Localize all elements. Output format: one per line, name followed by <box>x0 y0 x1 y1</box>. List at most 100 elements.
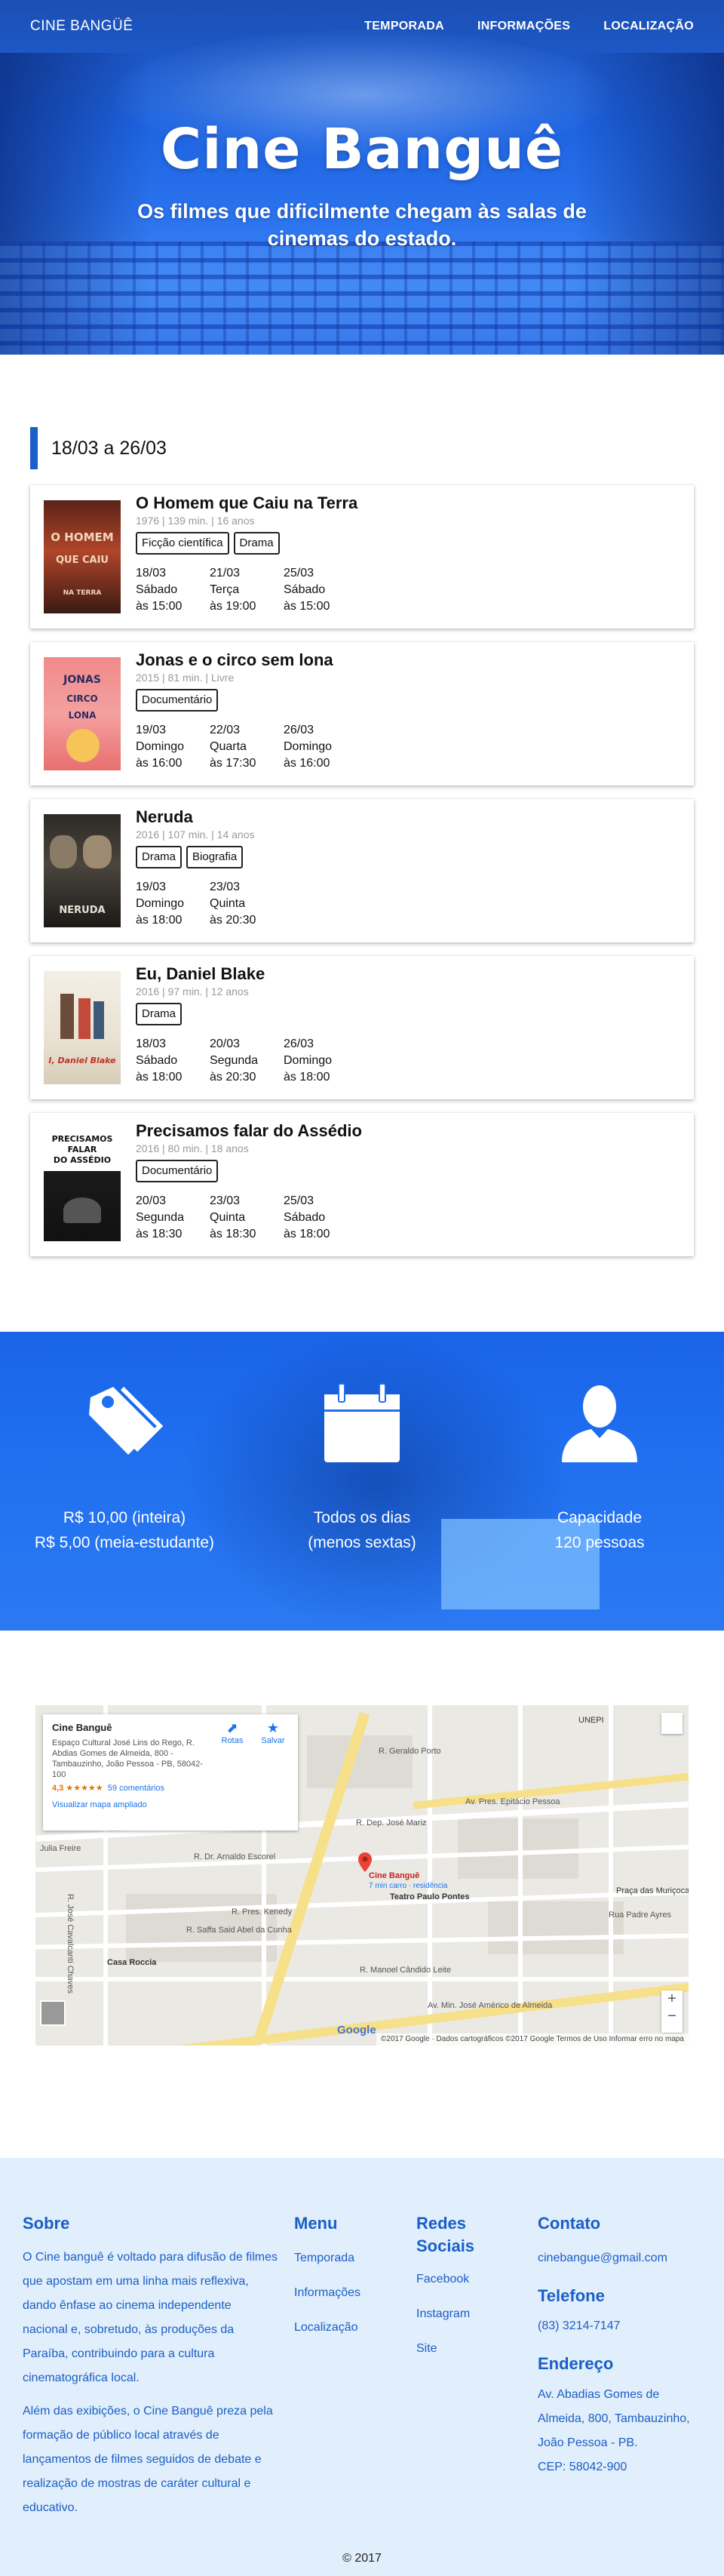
footer-link-localizacao[interactable]: Localização <box>294 2319 392 2336</box>
genre-tag: Ficção científica <box>136 532 229 555</box>
session: 25/03 Sábado às 18:00 <box>284 1194 330 1240</box>
footer-about: Sobre O Cine banguê é voltado para difus… <box>23 2212 279 2520</box>
footer-link-informacoes[interactable]: Informações <box>294 2285 392 2301</box>
pin-sublabel: 7 min carro · residência <box>369 1882 448 1890</box>
session-list: 19/03 Domingo às 18:00 23/03 Quinta às 2… <box>136 879 679 929</box>
session: 20/03 Segunda às 20:30 <box>210 1037 259 1084</box>
person-icon <box>486 1377 713 1468</box>
week-heading: 18/03 a 26/03 <box>30 427 694 469</box>
top-nav: CINE BANGÜÊ TEMPORADA INFORMAÇÕES LOCALI… <box>0 0 724 53</box>
map-place-card: Cine Banguê Espaço Cultural José Lins do… <box>43 1714 298 1831</box>
session: 18/03 Sábado às 18:00 <box>136 1037 183 1084</box>
movie-title: Jonas e o circo sem lona <box>136 650 333 669</box>
session-list: 20/03 Segunda às 18:30 23/03 Quinta às 1… <box>136 1193 679 1243</box>
footer-about-title: Sobre <box>23 2214 70 2233</box>
directions-icon: ⬈ <box>226 1720 238 1735</box>
session-list: 19/03 Domingo às 16:00 22/03 Quarta às 1… <box>136 722 679 772</box>
zoom-in-button[interactable]: + <box>661 1990 683 2008</box>
footer-contact: Contato cinebangue@gmail.com Telefone (8… <box>538 2212 704 2479</box>
genre-tag: Biografia <box>186 846 244 868</box>
session-list: 18/03 Sábado às 18:00 20/03 Segunda às 2… <box>136 1036 679 1086</box>
satellite-toggle[interactable] <box>40 2000 66 2026</box>
directions-button[interactable]: ⬈ Rotas <box>213 1720 251 1745</box>
google-logo: Google <box>337 2024 376 2037</box>
genre-tag: Drama <box>233 532 280 555</box>
session: 23/03 Quinta às 18:30 <box>210 1194 256 1240</box>
movie-poster: NERUDA <box>44 814 121 927</box>
footer-social: Redes Sociais Facebook Instagram Site <box>416 2212 499 2357</box>
genre-list: Documentário <box>136 689 679 712</box>
footer-cep: CEP: 58042-900 <box>538 2461 627 2473</box>
footer-email-link[interactable]: cinebangue@gmail.com <box>538 2250 704 2267</box>
footer-link-temporada[interactable]: Temporada <box>294 2250 392 2267</box>
genre-list: Documentário <box>136 1160 679 1182</box>
session: 21/03 Terça às 19:00 <box>210 567 256 613</box>
genre-list: Ficção científica Drama <box>136 532 679 555</box>
hero-title: Cine Banguê <box>160 117 564 182</box>
street-view-pegman-icon[interactable] <box>661 1713 683 1734</box>
footer-contact-title: Contato <box>538 2214 601 2233</box>
map-pin-icon[interactable] <box>358 1852 372 1872</box>
footer-phone-title: Telefone <box>538 2286 605 2305</box>
nav-link-localizacao[interactable]: LOCALIZAÇÃO <box>603 20 694 33</box>
genre-list: Drama <box>136 1003 679 1025</box>
movie-card: O HOMEM QUE CAIU NA TERRA O Homem que Ca… <box>30 485 694 629</box>
movie-info: Eu, Daniel Blake 2016 | 97 min. | 12 ano… <box>136 964 679 1086</box>
movie-card: I, Daniel Blake Eu, Daniel Blake 2016 | … <box>30 956 694 1099</box>
movie-card: PRECISAMOS FALAR DO ASSÉDIO Precisamos f… <box>30 1113 694 1256</box>
movie-meta: 2016 | 97 min. | 12 anos <box>136 985 249 998</box>
footer-link-facebook[interactable]: Facebook <box>416 2271 499 2288</box>
star-icon: ★ <box>266 1720 280 1735</box>
place-address: Espaço Cultural José Lins do Rego, R. Ab… <box>52 1738 203 1779</box>
footer-phone: (83) 3214-7147 <box>538 2319 621 2332</box>
nav-link-temporada[interactable]: TEMPORADA <box>364 20 444 33</box>
nav-link-informacoes[interactable]: INFORMAÇÕES <box>477 20 570 33</box>
zoom-controls: + − <box>661 1990 683 2033</box>
info-capacity: Capacidade 120 pessoas <box>486 1377 713 1555</box>
footer-address-title: Endereço <box>538 2354 614 2373</box>
price-tag-icon <box>11 1377 238 1468</box>
genre-tag: Documentário <box>136 689 219 712</box>
footer-about-p2: Além das exibições, o Cine Banguê preza … <box>23 2405 273 2514</box>
movie-meta: 2016 | 107 min. | 14 anos <box>136 828 255 841</box>
reviews-link[interactable]: 59 comentários <box>108 1784 164 1793</box>
session-list: 18/03 Sábado às 15:00 21/03 Terça às 19:… <box>136 565 679 615</box>
info-price: R$ 10,00 (inteira) R$ 5,00 (meia-estudan… <box>11 1377 238 1555</box>
session: 26/03 Domingo às 16:00 <box>284 724 333 770</box>
movie-info: O Homem que Caiu na Terra 1976 | 139 min… <box>136 493 679 615</box>
brand-logo[interactable]: CINE BANGÜÊ <box>30 18 133 35</box>
genre-list: Drama Biografia <box>136 846 679 868</box>
hero-banner: Cine Banguê Os filmes que dificilmente c… <box>0 0 724 355</box>
save-button[interactable]: ★ Salvar <box>254 1720 292 1745</box>
larger-map-link[interactable]: Visualizar mapa ampliado <box>52 1800 289 1809</box>
movie-meta: 1976 | 139 min. | 16 anos <box>136 515 255 527</box>
session: 18/03 Sábado às 15:00 <box>136 567 183 613</box>
movie-info: Neruda 2016 | 107 min. | 14 anos Drama B… <box>136 807 679 929</box>
info-band: R$ 10,00 (inteira) R$ 5,00 (meia-estudan… <box>0 1332 724 1631</box>
session: 26/03 Domingo às 18:00 <box>284 1037 333 1084</box>
session: 19/03 Domingo às 18:00 <box>136 881 185 927</box>
movie-title: Neruda <box>136 807 193 826</box>
hero-subtitle: Os filmes que dificilmente chegam às sal… <box>137 200 587 251</box>
movie-meta: 2015 | 81 min. | Livre <box>136 672 235 684</box>
footer-menu: Menu Temporada Informações Localização <box>294 2212 392 2336</box>
session: 19/03 Domingo às 16:00 <box>136 724 185 770</box>
footer-address: Av. Abadias Gomes de Almeida, 800, Tamba… <box>538 2388 690 2449</box>
movie-card: JONAS CIRCO LONA Jonas e o circo sem lon… <box>30 642 694 785</box>
info-days: Todos os dias (menos sextas) <box>249 1377 475 1555</box>
map-attribution[interactable]: ©2017 Google · Dados cartográficos ©2017… <box>376 2033 689 2046</box>
place-name: Cine Banguê <box>52 1722 112 1733</box>
footer-social-title: Redes Sociais <box>416 2214 475 2255</box>
movie-info: Jonas e o circo sem lona 2015 | 81 min. … <box>136 650 679 772</box>
zoom-out-button[interactable]: − <box>661 2008 683 2025</box>
place-rating: 4,3 ★★★★★ 59 comentários <box>52 1784 164 1793</box>
calendar-icon <box>249 1377 475 1468</box>
footer-link-instagram[interactable]: Instagram <box>416 2306 499 2322</box>
movie-title: O Homem que Caiu na Terra <box>136 493 358 512</box>
location-map[interactable]: Av. Pres. Epitácio Pessoa R. Geraldo Por… <box>35 1705 689 2046</box>
movie-poster: JONAS CIRCO LONA <box>44 657 121 770</box>
week-range: 18/03 a 26/03 <box>51 437 167 459</box>
genre-tag: Drama <box>136 846 183 868</box>
footer-link-site[interactable]: Site <box>416 2341 499 2357</box>
genre-tag: Drama <box>136 1003 183 1025</box>
